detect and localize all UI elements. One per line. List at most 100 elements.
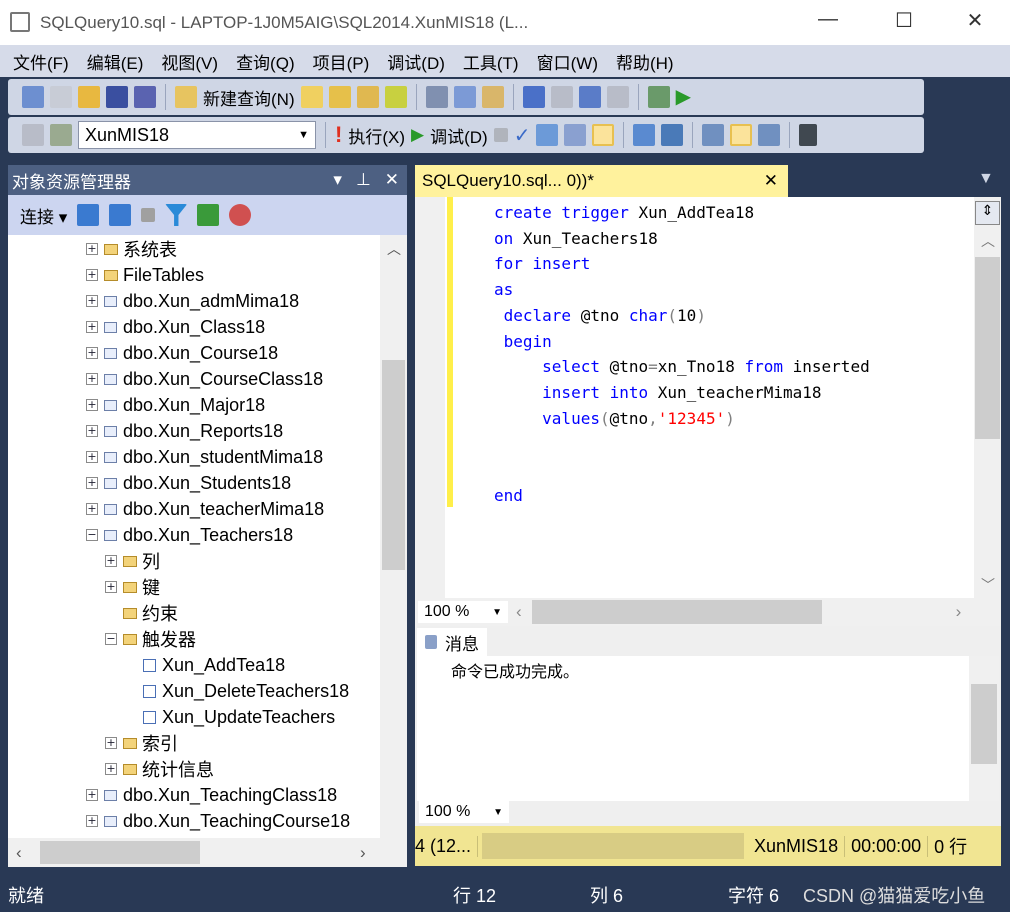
tree-item[interactable]: 约束 — [105, 600, 178, 626]
filter-icon[interactable] — [165, 204, 188, 226]
connect-server-icon[interactable] — [77, 204, 100, 226]
close-tab-icon[interactable]: ✕ — [764, 171, 778, 191]
scroll-left-icon[interactable]: ‹ — [16, 843, 22, 863]
connect-icon[interactable] — [22, 124, 44, 146]
tree-item[interactable]: + dbo.Xun_Reports18 — [86, 418, 283, 444]
debug-button[interactable]: 调试(D) — [430, 123, 488, 148]
start-icon[interactable]: ▶ — [676, 86, 698, 108]
expand-icon[interactable]: + — [86, 399, 98, 411]
expand-icon[interactable]: + — [86, 477, 98, 489]
disconnect-server-icon[interactable] — [109, 204, 132, 226]
tree-item[interactable]: + dbo.Xun_admMima18 — [86, 288, 299, 314]
menu-edit[interactable]: 编辑(E) — [78, 49, 153, 74]
dmx-query-icon[interactable] — [356, 86, 379, 108]
minimize-button[interactable]: — — [808, 8, 848, 31]
scroll-right-icon[interactable]: › — [956, 602, 962, 622]
menu-window[interactable]: 窗口(W) — [528, 49, 607, 74]
activity-monitor-icon[interactable] — [647, 86, 670, 108]
undo-icon[interactable] — [522, 86, 545, 108]
scroll-down-icon[interactable]: ﹀ — [981, 575, 995, 595]
maximize-button[interactable]: ☐ — [884, 8, 924, 33]
tree-item[interactable]: Xun_DeleteTeachers18 — [143, 678, 349, 704]
db-engine-query-icon[interactable] — [300, 86, 323, 108]
scroll-thumb[interactable] — [40, 841, 200, 864]
results-to-file-icon[interactable] — [758, 124, 781, 146]
include-plan-icon[interactable] — [633, 124, 656, 146]
close-button[interactable]: ✕ — [955, 8, 995, 33]
disconnect-icon[interactable] — [50, 124, 72, 146]
comment-lines-icon[interactable] — [799, 124, 818, 146]
open-file-icon[interactable] — [78, 86, 100, 108]
menu-project[interactable]: 项目(P) — [304, 49, 379, 74]
tree-item[interactable]: + dbo.Xun_Class18 — [86, 314, 265, 340]
scroll-thumb[interactable] — [975, 257, 1000, 439]
expand-icon[interactable]: + — [86, 295, 98, 307]
results-to-grid-icon[interactable] — [730, 124, 753, 146]
tree-item[interactable]: + dbo.Xun_TeachingCourse18 — [86, 808, 350, 834]
split-icon[interactable]: ⇕ — [975, 201, 1000, 225]
navigate-backward-icon[interactable] — [578, 86, 601, 108]
expand-icon[interactable]: + — [105, 737, 117, 749]
navigate-forward-icon[interactable] — [606, 86, 629, 108]
messages-horizontal-scrollbar[interactable]: 100 % ▼ — [419, 801, 509, 823]
results-to-text-icon[interactable] — [592, 124, 615, 146]
copy-icon[interactable] — [453, 86, 476, 108]
tree-vertical-scrollbar[interactable]: ︿ — [380, 235, 407, 838]
tab-messages[interactable]: 消息 — [417, 628, 487, 656]
expand-icon[interactable]: + — [86, 373, 98, 385]
collapse-icon[interactable]: − — [86, 529, 98, 541]
tree-horizontal-scrollbar[interactable]: ‹ › — [8, 838, 407, 867]
expand-icon[interactable]: + — [86, 789, 98, 801]
execute-button[interactable]: 执行(X) — [348, 123, 405, 148]
tree-item[interactable]: + 列 — [105, 548, 160, 574]
cancel-query-icon[interactable] — [493, 128, 508, 142]
tree-item[interactable]: + 索引 — [105, 730, 178, 756]
tab-sqlquery10[interactable]: SQLQuery10.sql... 0))* ✕ — [415, 165, 788, 197]
scroll-left-icon[interactable]: ‹ — [516, 602, 522, 622]
database-select[interactable]: XunMIS18 ▼ — [78, 121, 316, 149]
refresh-icon[interactable] — [197, 204, 220, 226]
redo-icon[interactable] — [550, 86, 573, 108]
results-to-text2-icon[interactable] — [702, 124, 725, 146]
menu-view[interactable]: 视图(V) — [152, 49, 227, 74]
menu-debug[interactable]: 调试(D) — [378, 49, 454, 74]
menu-tools[interactable]: 工具(T) — [454, 49, 528, 74]
stop-icon[interactable] — [141, 208, 156, 222]
client-statistics-icon[interactable] — [661, 124, 684, 146]
tree-item[interactable]: + dbo.Xun_teacherMima18 — [86, 496, 324, 522]
dropdown-icon[interactable]: ▾ — [333, 170, 342, 190]
expand-icon[interactable]: + — [86, 503, 98, 515]
query-designer-icon[interactable] — [564, 124, 587, 146]
expand-icon[interactable]: + — [105, 555, 117, 567]
tree-item[interactable]: + dbo.Xun_Major18 — [86, 392, 265, 418]
tree-item[interactable]: − dbo.Xun_Teachers18 — [86, 522, 293, 548]
collapse-icon[interactable]: − — [105, 633, 117, 645]
expand-icon[interactable]: + — [105, 581, 117, 593]
scroll-thumb[interactable] — [971, 684, 997, 764]
connect-button[interactable]: 连接 ▾ — [20, 203, 67, 228]
menu-query[interactable]: 查询(Q) — [227, 49, 304, 74]
cut-icon[interactable] — [425, 86, 448, 108]
expand-icon[interactable]: + — [86, 347, 98, 359]
xmla-query-icon[interactable] — [384, 86, 407, 108]
tree-item[interactable]: + 系统表 — [86, 236, 177, 262]
tree-item[interactable]: Xun_AddTea18 — [143, 652, 285, 678]
tree-item[interactable]: + dbo.Xun_studentMima18 — [86, 444, 323, 470]
new-project-icon[interactable] — [22, 86, 44, 108]
tree-item[interactable]: + dbo.Xun_CourseClass18 — [86, 366, 323, 392]
scroll-up-icon[interactable]: ︿ — [981, 231, 995, 251]
tree-item[interactable]: + 键 — [105, 574, 160, 600]
scroll-up-icon[interactable]: ︿ — [387, 239, 401, 259]
expand-icon[interactable]: + — [86, 425, 98, 437]
tree-item[interactable]: − 触发器 — [105, 626, 196, 652]
tree-item[interactable]: + 统计信息 — [105, 756, 214, 782]
expand-icon[interactable]: + — [86, 321, 98, 333]
messages-zoom-select[interactable]: 100 % ▼ — [419, 801, 509, 823]
editor-vertical-scrollbar[interactable]: ⇕ ︿ ﹀ — [974, 197, 1001, 598]
parse-icon[interactable]: ✓ — [514, 123, 531, 148]
add-item-icon[interactable] — [50, 86, 72, 108]
menu-help[interactable]: 帮助(H) — [607, 49, 683, 74]
save-all-icon[interactable] — [134, 86, 156, 108]
stop-powershell-icon[interactable] — [229, 204, 252, 226]
expand-icon[interactable]: + — [86, 815, 98, 827]
